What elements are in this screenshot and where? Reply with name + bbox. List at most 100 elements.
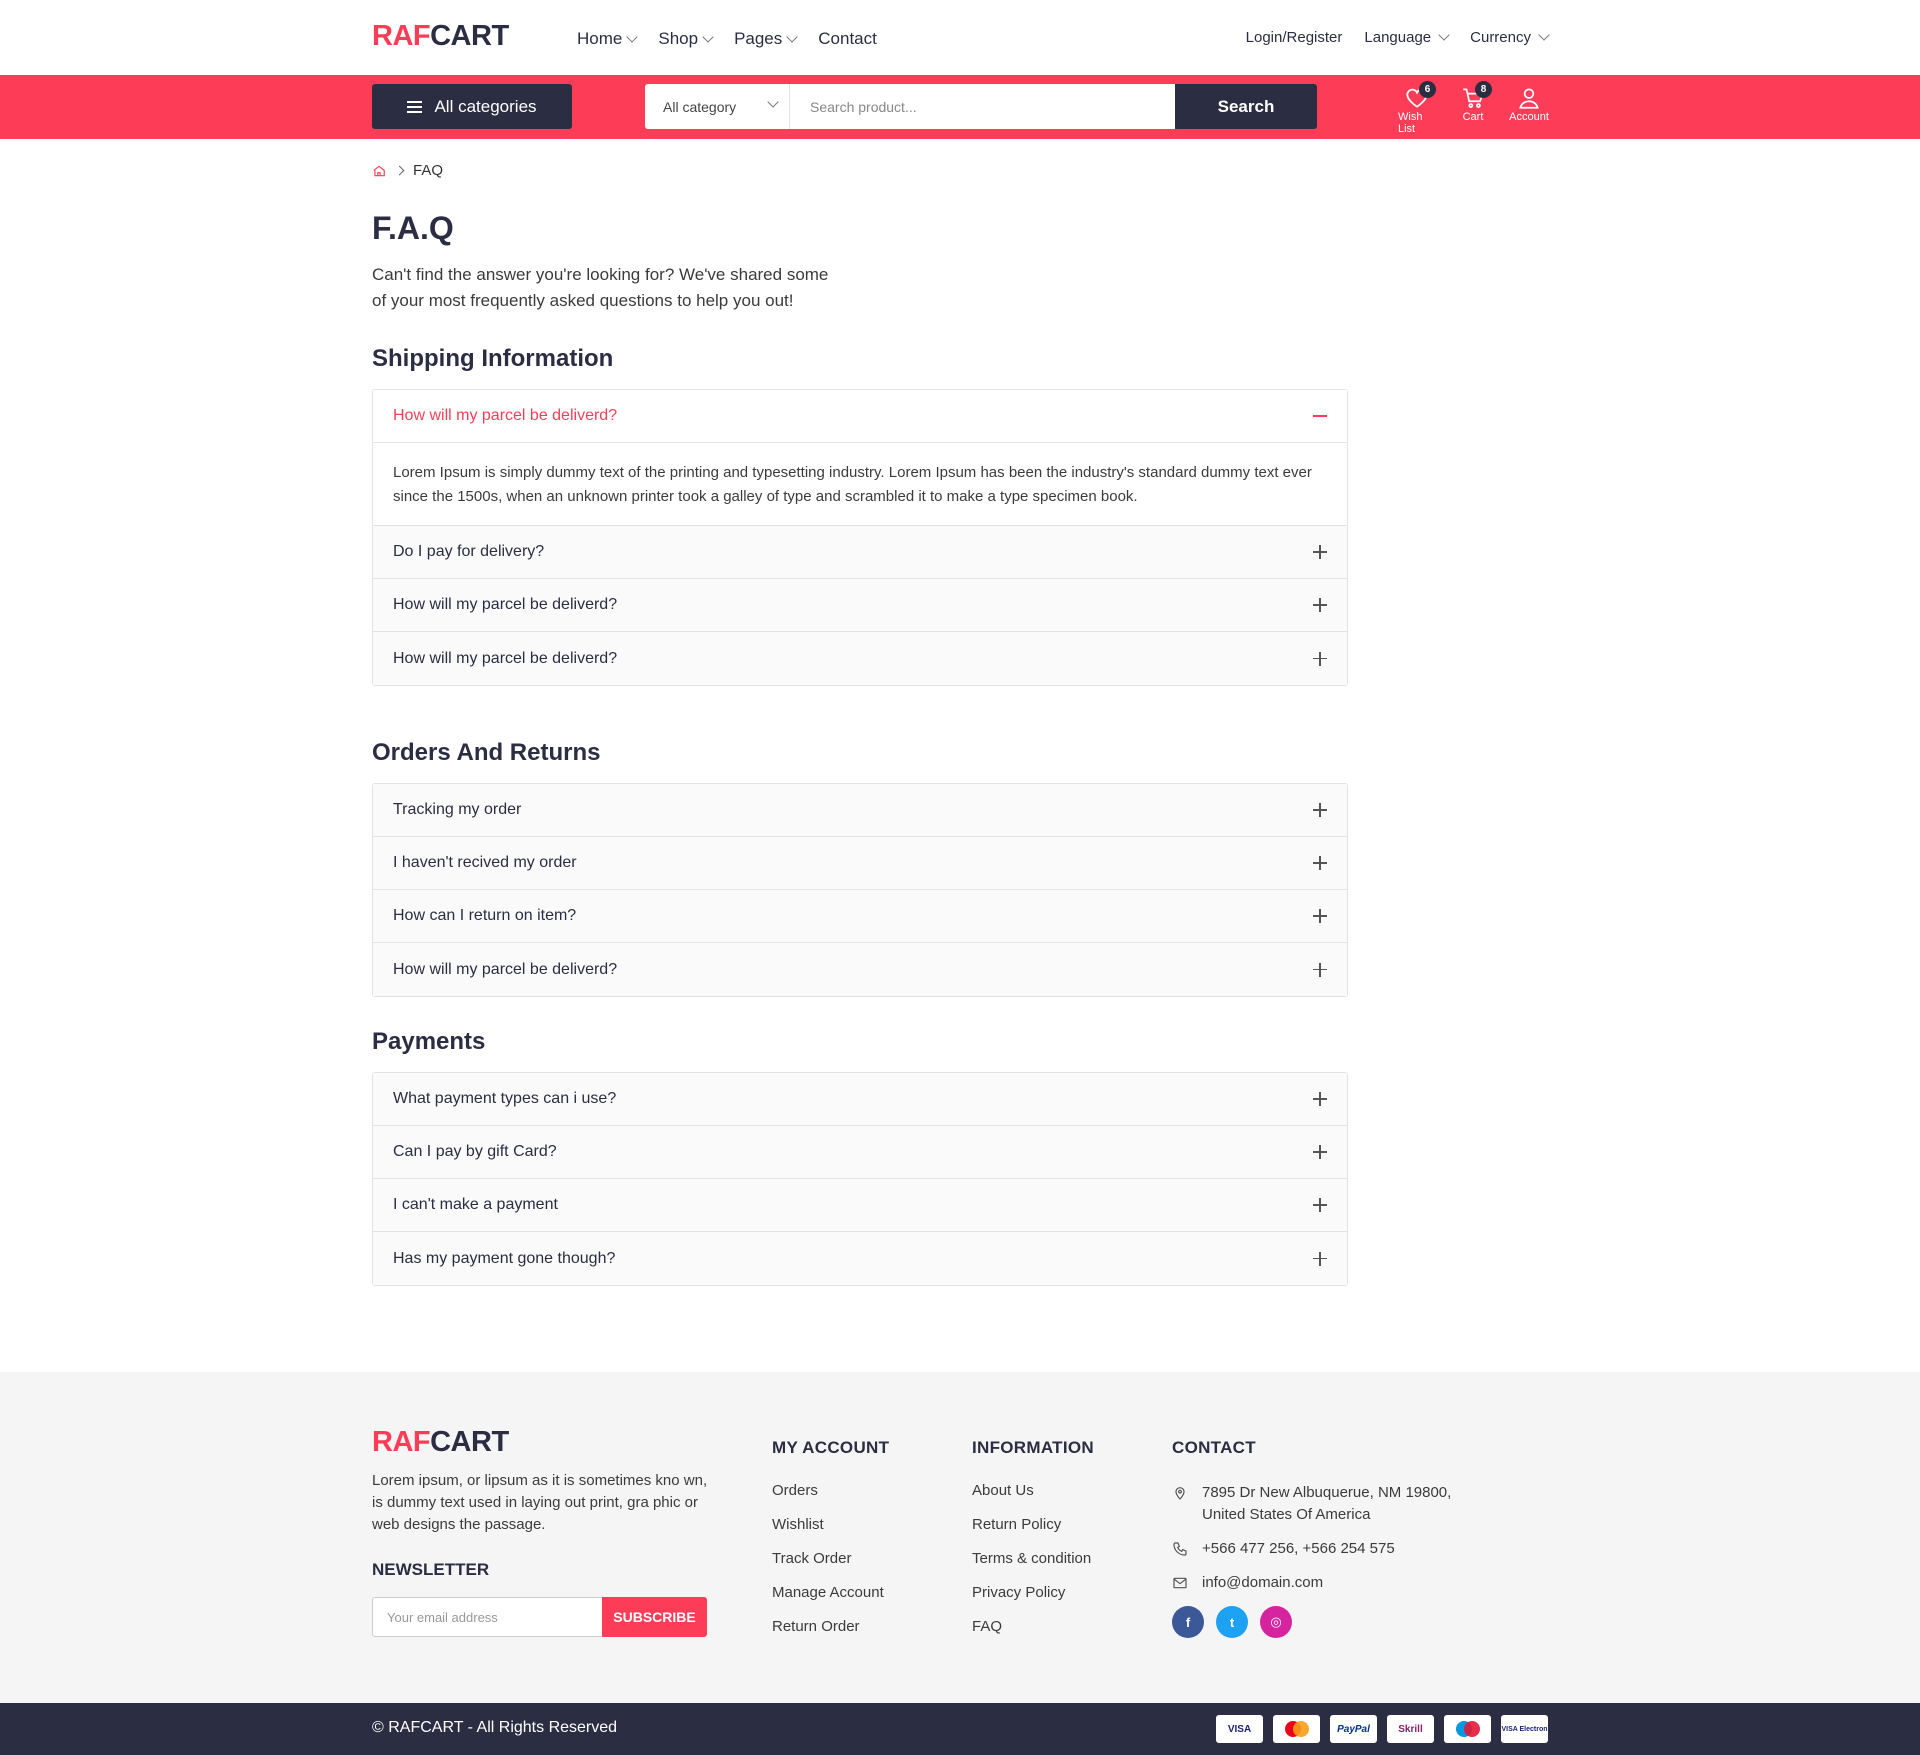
chevron-right-icon	[394, 165, 405, 176]
mail-icon	[1173, 1577, 1187, 1589]
cart-count-badge: 8	[1475, 81, 1492, 98]
account-link[interactable]: Account	[1509, 85, 1549, 135]
faq-question[interactable]: How will my parcel be deliverd?	[373, 390, 1347, 443]
facebook-icon[interactable]: f	[1172, 1606, 1204, 1638]
footer-link-privacy[interactable]: Privacy Policy	[972, 1584, 1094, 1601]
footer-link-about[interactable]: About Us	[972, 1482, 1094, 1499]
footer-link-manage-account[interactable]: Manage Account	[772, 1584, 889, 1601]
faq-question[interactable]: How will my parcel be deliverd?	[373, 943, 1347, 996]
top-header: RAFCART Home Shop Pages Contact Login/Re…	[0, 0, 1920, 75]
paypal-icon: PayPal	[1330, 1715, 1377, 1743]
cart-link[interactable]: 8 Cart	[1454, 81, 1492, 135]
nav-shop[interactable]: Shop	[658, 29, 714, 49]
search-form: All category Search	[645, 84, 1317, 129]
faq-question[interactable]: I can't make a payment	[373, 1179, 1347, 1232]
footer: RAFCART Lorem ipsum, or lipsum as it is …	[0, 1372, 1920, 1703]
footer-link-return-order[interactable]: Return Order	[772, 1618, 889, 1635]
contact-address: 7895 Dr New Albuquerue, NM 19800, United …	[1172, 1482, 1502, 1526]
chevron-down-icon	[786, 30, 798, 43]
section-title: Payments	[372, 1028, 486, 1055]
plus-icon	[1313, 909, 1327, 923]
plus-icon	[1313, 856, 1327, 870]
contact-email: info@domain.com	[1172, 1572, 1502, 1594]
user-icon	[1519, 88, 1539, 109]
contact-phone: +566 477 256, +566 254 575	[1172, 1538, 1502, 1560]
footer-link-track-order[interactable]: Track Order	[772, 1550, 889, 1567]
login-register-link[interactable]: Login/Register	[1246, 29, 1343, 46]
newsletter-title: NEWSLETTER	[372, 1560, 490, 1579]
home-icon[interactable]	[372, 164, 386, 178]
nav-contact[interactable]: Contact	[818, 29, 877, 49]
all-categories-button[interactable]: All categories	[372, 84, 572, 129]
chevron-down-icon	[626, 30, 639, 43]
plus-icon	[1313, 1092, 1327, 1106]
plus-icon	[1313, 598, 1327, 612]
wishlist-count-badge: 6	[1419, 81, 1436, 98]
copyright-bar: © RAFCART - All Rights Reserved VISA Pay…	[0, 1703, 1920, 1755]
footer-link-orders[interactable]: Orders	[772, 1482, 889, 1499]
nav-home[interactable]: Home	[577, 29, 639, 49]
faq-question[interactable]: How will my parcel be deliverd?	[373, 579, 1347, 632]
visa-icon: VISA	[1216, 1715, 1263, 1743]
faq-question[interactable]: Has my payment gone though?	[373, 1232, 1347, 1285]
menu-icon	[407, 100, 423, 113]
footer-link-return-policy[interactable]: Return Policy	[972, 1516, 1094, 1533]
category-select[interactable]: All category	[645, 84, 790, 129]
footer-logo[interactable]: RAFCART	[372, 1426, 509, 1459]
footer-link-terms[interactable]: Terms & condition	[972, 1550, 1094, 1567]
maestro-icon	[1444, 1715, 1491, 1743]
faq-accordion-payments: What payment types can i use? Can I pay …	[372, 1072, 1348, 1286]
chevron-down-icon	[767, 96, 779, 108]
search-input[interactable]	[790, 84, 1175, 129]
skrill-icon: Skrill	[1387, 1715, 1434, 1743]
site-logo[interactable]: RAFCART	[372, 20, 509, 53]
faq-accordion-orders: Tracking my order I haven't recived my o…	[372, 783, 1348, 997]
footer-my-account: MY ACCOUNT Orders Wishlist Track Order M…	[772, 1438, 890, 1635]
search-button[interactable]: Search	[1175, 84, 1317, 129]
section-title: Orders And Returns	[372, 739, 601, 766]
newsletter-email-input[interactable]	[372, 1597, 602, 1637]
phone-icon	[1173, 1542, 1187, 1556]
footer-link-wishlist[interactable]: Wishlist	[772, 1516, 889, 1533]
payment-methods: VISA PayPal Skrill VISA Electron	[1216, 1715, 1548, 1743]
faq-question[interactable]: How can I return on item?	[373, 890, 1347, 943]
breadcrumb: FAQ	[372, 162, 443, 179]
chevron-down-icon	[1538, 29, 1550, 41]
plus-icon	[1313, 651, 1327, 666]
minus-icon	[1313, 409, 1327, 423]
search-bar: All categories All category Search 6 Wis…	[0, 75, 1920, 139]
faq-question[interactable]: How will my parcel be deliverd?	[373, 632, 1347, 685]
faq-question[interactable]: Tracking my order	[373, 784, 1347, 837]
header-icons: 6 Wish List 8 Cart Account	[1398, 81, 1549, 135]
language-dropdown[interactable]: Language	[1364, 29, 1450, 46]
plus-icon	[1313, 803, 1327, 817]
subscribe-button[interactable]: SUBSCRIBE	[602, 1597, 707, 1637]
plus-icon	[1313, 1251, 1327, 1266]
copyright-text: © RAFCART - All Rights Reserved	[372, 1719, 618, 1736]
page-title: F.A.Q	[372, 210, 454, 246]
section-title: Shipping Information	[372, 345, 614, 372]
twitter-icon[interactable]: t	[1216, 1606, 1248, 1638]
location-pin-icon	[1175, 1487, 1185, 1500]
chevron-down-icon	[1438, 29, 1450, 41]
faq-accordion-shipping: How will my parcel be deliverd? Lorem Ip…	[372, 389, 1348, 686]
wishlist-link[interactable]: 6 Wish List	[1398, 81, 1436, 135]
footer-description: Lorem ipsum, or lipsum as it is sometime…	[372, 1472, 708, 1533]
plus-icon	[1313, 545, 1327, 559]
breadcrumb-current: FAQ	[413, 162, 444, 179]
plus-icon	[1313, 1145, 1327, 1159]
newsletter-form: SUBSCRIBE	[372, 1597, 707, 1637]
currency-dropdown[interactable]: Currency	[1470, 29, 1550, 46]
footer-contact: CONTACT 7895 Dr New Albuquerue, NM 19800…	[1172, 1438, 1502, 1638]
faq-question[interactable]: Can I pay by gift Card?	[373, 1126, 1347, 1179]
instagram-icon[interactable]: ◎	[1260, 1606, 1292, 1638]
mastercard-icon	[1273, 1715, 1320, 1743]
faq-question[interactable]: I haven't recived my order	[373, 837, 1347, 890]
faq-question[interactable]: What payment types can i use?	[373, 1073, 1347, 1126]
faq-question[interactable]: Do I pay for delivery?	[373, 526, 1347, 579]
social-links: f t ◎	[1172, 1606, 1502, 1638]
plus-icon	[1313, 962, 1327, 977]
page-intro: Can't find the answer you're looking for…	[372, 265, 829, 310]
footer-link-faq[interactable]: FAQ	[972, 1618, 1094, 1635]
nav-pages[interactable]: Pages	[734, 29, 798, 49]
